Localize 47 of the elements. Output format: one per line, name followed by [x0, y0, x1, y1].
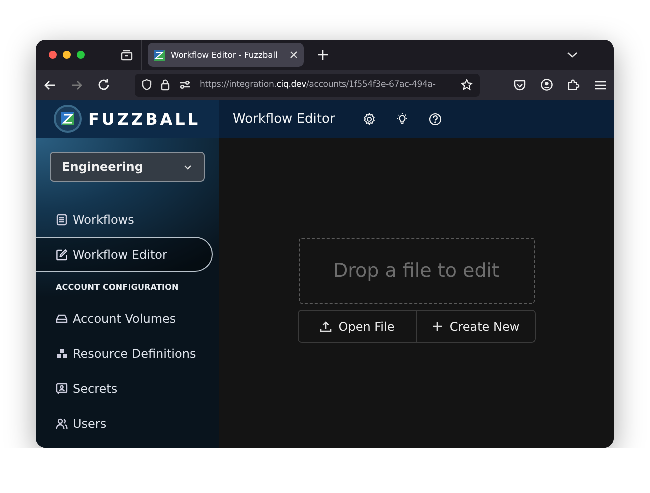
url-text: https://integration.ciq.dev/accounts/1f554f3e-67ac-494a- — [200, 80, 437, 90]
app-logo[interactable]: FUZZBALL — [36, 100, 219, 138]
maximize-window-button[interactable] — [77, 51, 85, 59]
sliders-icon[interactable] — [179, 80, 191, 90]
drive-icon — [56, 312, 68, 324]
sidebar-nav-item[interactable]: Resource Definitions — [36, 336, 213, 371]
account-icon[interactable] — [541, 79, 553, 91]
section-heading: ACCOUNT CONFIGURATION — [56, 283, 180, 292]
address-bar[interactable]: https://integration.ciq.dev/accounts/1f554f3e-67ac-494a- — [135, 74, 480, 96]
back-arrow-icon[interactable] — [44, 80, 56, 90]
edit-icon — [56, 248, 68, 260]
file-drop-zone[interactable]: Drop a file to edit — [298, 238, 534, 304]
sidebar-nav-item[interactable]: Secrets — [36, 371, 213, 406]
puzzle-piece-icon[interactable] — [568, 79, 580, 91]
sidebar-nav-item[interactable]: Workflows — [36, 202, 213, 237]
tab-list-icon[interactable] — [121, 50, 133, 60]
lightbulb-icon[interactable] — [396, 112, 410, 126]
chevron-down-icon[interactable] — [567, 52, 578, 58]
sidebar-nav-item[interactable]: Workflow Editor — [36, 237, 213, 272]
favicon-icon — [154, 50, 165, 60]
plus-icon — [432, 321, 443, 332]
pocket-icon[interactable] — [514, 80, 526, 90]
list-icon — [56, 214, 68, 226]
action-button[interactable]: Create New — [416, 311, 534, 342]
page-title: Workflow Editor — [233, 112, 336, 126]
id-card-icon — [56, 382, 68, 394]
account-select[interactable]: Engineering — [50, 152, 205, 182]
shield-icon[interactable] — [142, 79, 152, 91]
logo-icon — [54, 105, 82, 133]
settings-icon[interactable] — [363, 112, 376, 126]
menu-icon[interactable] — [595, 80, 606, 90]
users-icon — [56, 418, 68, 430]
close-window-button[interactable] — [49, 51, 57, 59]
cubes-icon — [56, 348, 68, 360]
new-tab-icon[interactable] — [318, 50, 328, 60]
lock-icon[interactable] — [161, 79, 170, 91]
browser-tab[interactable]: Workflow Editor - Fuzzball — [148, 43, 304, 67]
forward-arrow-icon[interactable] — [71, 80, 83, 90]
sidebar-nav-item[interactable]: Users — [36, 406, 213, 441]
upload-icon — [320, 320, 332, 332]
chevron-down-icon — [184, 164, 192, 170]
help-icon[interactable] — [429, 112, 442, 126]
star-icon[interactable] — [461, 79, 473, 91]
sidebar-nav-item[interactable]: Account Volumes — [36, 301, 213, 336]
minimize-window-button[interactable] — [63, 51, 71, 59]
reload-icon[interactable] — [98, 79, 110, 91]
close-icon[interactable] — [290, 51, 298, 59]
